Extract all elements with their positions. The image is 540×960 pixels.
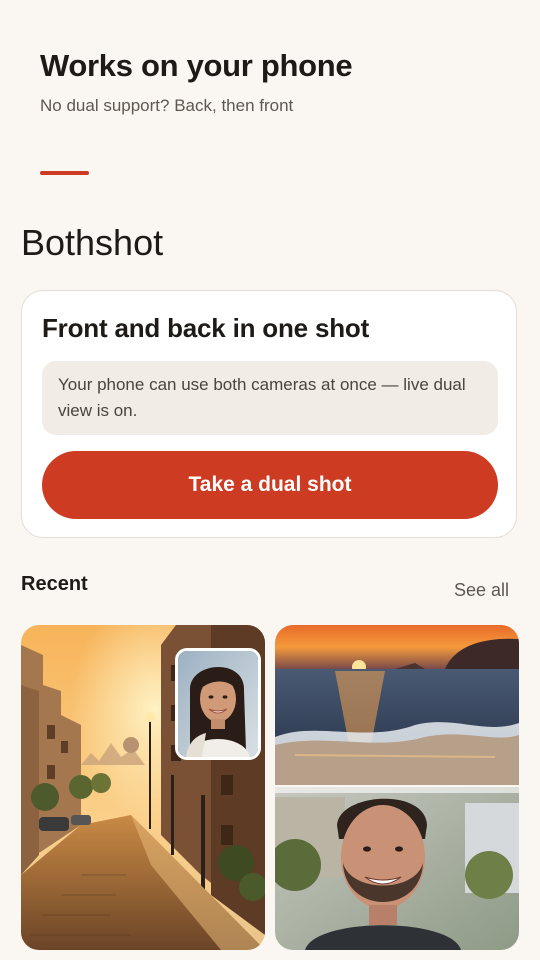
card-title: Front and back in one shot <box>42 313 370 343</box>
beach-sunset-image <box>275 625 519 950</box>
accent-divider <box>40 171 89 175</box>
dual-support-status: Your phone can use both cameras at once … <box>42 361 498 435</box>
page-subtitle: No dual support? Back, then front <box>40 96 294 115</box>
app-name: Bothshot <box>21 222 164 263</box>
page-title: Works on your phone <box>40 48 353 83</box>
home-screen: Works on your phone No dual support? Bac… <box>0 0 540 960</box>
see-all-link[interactable]: See all <box>454 580 509 601</box>
selfie-woman-image <box>178 651 258 757</box>
dual-shot-card: Front and back in one shot Your phone ca… <box>21 290 517 538</box>
recent-section-title: Recent <box>21 573 88 595</box>
recent-photo-street[interactable] <box>21 625 265 950</box>
take-dual-shot-button[interactable]: Take a dual shot <box>42 451 498 519</box>
selfie-inset <box>175 648 261 760</box>
recent-photo-beach[interactable] <box>275 625 519 950</box>
